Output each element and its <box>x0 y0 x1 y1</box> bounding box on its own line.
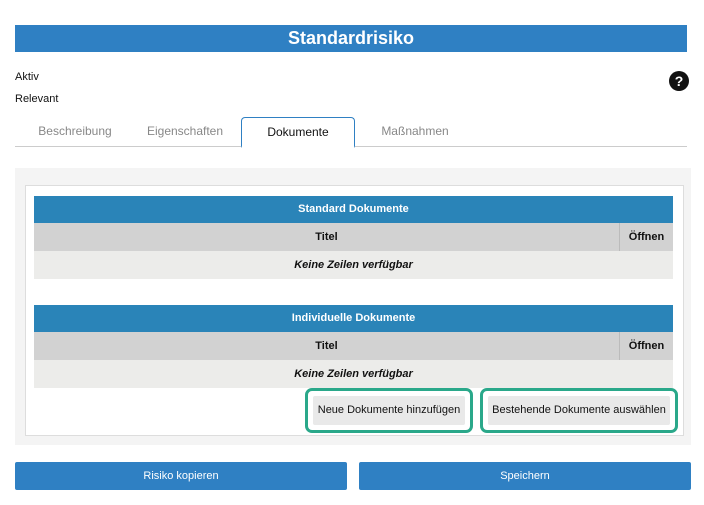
add-new-documents-label: Neue Dokumente hinzufügen <box>313 396 465 425</box>
tab-beschreibung[interactable]: Beschreibung <box>20 117 130 146</box>
page-root: Standardrisiko Aktiv Relevant ? Beschrei… <box>0 0 704 505</box>
question-circle-icon[interactable]: ? <box>669 71 689 91</box>
empty-row-message: Keine Zeilen verfügbar <box>34 360 673 388</box>
column-header-offnen[interactable]: Öffnen <box>620 332 673 360</box>
copy-risk-button[interactable]: Risiko kopieren <box>15 462 347 490</box>
column-header-titel[interactable]: Titel <box>34 332 619 360</box>
standard-documents-title: Standard Dokumente <box>34 196 673 223</box>
status-aktiv: Aktiv <box>15 71 39 83</box>
column-header-titel[interactable]: Titel <box>34 223 619 251</box>
tab-bar: Beschreibung Eigenschaften Dokumente Maß… <box>15 117 687 148</box>
tab-eigenschaften[interactable]: Eigenschaften <box>135 117 235 146</box>
add-new-documents-button[interactable]: Neue Dokumente hinzufügen <box>305 388 473 433</box>
standard-documents-columns: Titel Öffnen <box>34 223 673 251</box>
tab-massnahmen[interactable]: Maßnahmen <box>360 117 470 146</box>
tab-dokumente[interactable]: Dokumente <box>241 117 355 148</box>
page-title: Standardrisiko <box>15 25 687 52</box>
status-relevant: Relevant <box>15 93 59 105</box>
individual-documents-columns: Titel Öffnen <box>34 332 673 360</box>
standard-documents-table: Standard Dokumente Titel Öffnen Keine Ze… <box>34 196 673 279</box>
select-existing-documents-button[interactable]: Bestehende Dokumente auswählen <box>480 388 678 433</box>
individual-documents-title: Individuelle Dokumente <box>34 305 673 332</box>
save-button[interactable]: Speichern <box>359 462 691 490</box>
empty-row-message: Keine Zeilen verfügbar <box>34 251 673 279</box>
individual-documents-table: Individuelle Dokumente Titel Öffnen Kein… <box>34 305 673 388</box>
column-header-offnen[interactable]: Öffnen <box>620 223 673 251</box>
select-existing-documents-label: Bestehende Dokumente auswählen <box>488 396 670 425</box>
